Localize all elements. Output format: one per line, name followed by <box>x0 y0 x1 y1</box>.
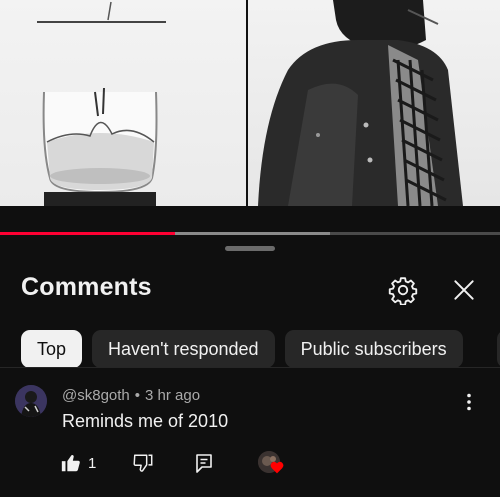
divider <box>0 367 500 368</box>
comment-author[interactable]: @sk8goth <box>62 387 130 404</box>
like-count: 1 <box>88 454 97 472</box>
glass-illustration <box>37 1 166 206</box>
comment-text: Reminds me of 2010 <box>62 411 229 431</box>
chip-top[interactable]: Top <box>21 330 83 368</box>
video-frame-person <box>248 0 500 206</box>
chip-public-subscribers[interactable]: Public subscribers <box>284 330 463 368</box>
close-icon <box>454 280 474 300</box>
settings-button[interactable] <box>385 272 421 308</box>
reply-icon <box>196 454 212 473</box>
more-vertical-icon <box>467 393 471 411</box>
video-player[interactable] <box>0 0 500 206</box>
drag-handle[interactable] <box>225 246 275 251</box>
creator-heart[interactable] <box>256 450 286 476</box>
person-illustration <box>258 0 463 206</box>
comments-title: Comments <box>21 273 152 301</box>
avatar[interactable] <box>15 385 47 417</box>
like-button[interactable]: 1 <box>60 450 96 476</box>
dislike-button[interactable] <box>132 450 154 476</box>
comment-filter-chips: Top Haven't responded Public subscribers <box>21 330 463 368</box>
comment-meta: @sk8goth • 3 hr ago <box>62 387 200 404</box>
comments-sheet: Comments Top Haven't responded Public su… <box>0 236 500 497</box>
comment-more-button[interactable] <box>457 390 481 414</box>
creator-heart-icon <box>270 461 284 474</box>
gear-icon <box>388 277 418 305</box>
avatar-image <box>15 385 47 417</box>
video-frame-glass <box>0 0 246 206</box>
comment-time: 3 hr ago <box>145 387 201 404</box>
close-button[interactable] <box>446 272 482 308</box>
reply-button[interactable] <box>194 450 214 476</box>
chip-havent-responded[interactable]: Haven't responded <box>92 330 275 368</box>
video-progress-bar[interactable] <box>0 232 500 235</box>
meta-separator: • <box>134 387 141 404</box>
thumbs-up-icon <box>61 454 80 472</box>
app-frame: Comments Top Haven't responded Public su… <box>0 0 500 497</box>
buffered-progress <box>175 232 330 235</box>
thumbs-down-icon <box>133 454 153 472</box>
played-progress <box>0 232 175 235</box>
